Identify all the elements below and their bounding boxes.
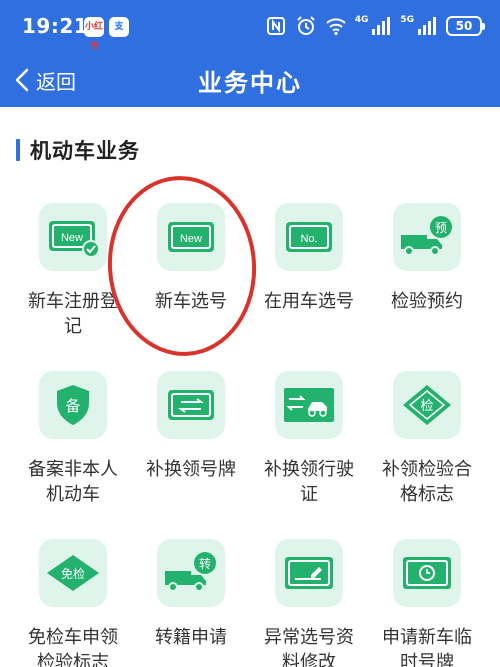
- edit-plate-icon: [285, 557, 333, 589]
- service-label: 备案非本人机动车: [28, 459, 118, 505]
- nav-bar: 返回 业务中心: [0, 54, 500, 107]
- service-tile: 预: [393, 203, 461, 271]
- service-record-non-owner-vehicle[interactable]: 备 备案非本人机动车: [14, 371, 132, 513]
- temp-plate-icon: [403, 557, 451, 589]
- new-plate-check-icon: New: [49, 221, 100, 258]
- service-tile: 免检: [39, 539, 107, 607]
- service-tile: [157, 371, 225, 439]
- service-label: 免检车申领检验标志: [28, 627, 118, 667]
- service-label: 新车注册登记: [28, 291, 118, 337]
- service-abnormal-number-edit[interactable]: 异常选号资料修改: [250, 539, 368, 667]
- shield-record-icon: 备: [57, 385, 89, 425]
- nfc-icon: [266, 17, 285, 35]
- new-plate-icon: New: [168, 222, 214, 252]
- service-exempt-inspection-badge[interactable]: 免检 免检车申领检验标志: [14, 539, 132, 667]
- status-bar: 19:21 小红书 支 4G 5G 50: [0, 0, 500, 54]
- svg-text:转: 转: [199, 556, 211, 571]
- service-replace-driving-license[interactable]: 补换领行驶证: [250, 371, 368, 513]
- svg-text:免检: 免检: [61, 566, 85, 581]
- svg-text:预: 预: [435, 221, 447, 235]
- service-tile: New: [39, 203, 107, 271]
- service-label: 补领检验合格标志: [382, 459, 472, 505]
- service-label: 在用车选号: [264, 291, 354, 312]
- service-label: 异常选号资料修改: [264, 627, 354, 667]
- network-4g-label: 4G: [354, 15, 369, 25]
- service-tile: 转: [157, 539, 225, 607]
- service-used-car-number-selection[interactable]: No. 在用车选号: [250, 203, 368, 345]
- license-exchange-icon: [284, 388, 334, 422]
- section-header: 机动车业务: [16, 137, 140, 163]
- plate-number-icon: No.: [286, 222, 332, 252]
- service-grid: New 新车注册登记 New 新车选号 No. 在用车选号 预 检验预约 备 备…: [14, 203, 486, 667]
- page-title: 业务中心: [198, 69, 302, 97]
- service-tile: New: [157, 203, 225, 271]
- alipay-notification-icon: 支: [109, 17, 129, 37]
- signal-icon: [372, 17, 391, 35]
- plate-exchange-icon: [168, 390, 214, 420]
- service-tile: [393, 539, 461, 607]
- section-title: 机动车业务: [30, 139, 140, 163]
- alarm-icon: [296, 16, 315, 35]
- service-replace-inspection-badge[interactable]: 检 补领检验合格标志: [368, 371, 486, 513]
- service-new-car-number-selection[interactable]: New 新车选号: [132, 203, 250, 345]
- svg-text:备: 备: [65, 397, 80, 415]
- svg-text:No.: No.: [300, 233, 317, 245]
- service-tile: 备: [39, 371, 107, 439]
- service-temporary-plate[interactable]: 申请新车临时号牌: [368, 539, 486, 667]
- truck-reserve-icon: 预: [401, 216, 452, 256]
- svg-text:New: New: [180, 233, 202, 245]
- service-label: 补换领号牌: [146, 459, 236, 480]
- status-icons: 4G 5G 50: [265, 14, 485, 38]
- svg-text:New: New: [61, 232, 83, 244]
- service-inspection-appointment[interactable]: 预 检验预约: [368, 203, 486, 345]
- service-replace-plate[interactable]: 补换领号牌: [132, 371, 250, 513]
- battery-indicator: 50: [446, 16, 485, 36]
- app-header: 19:21 小红书 支 4G 5G 50 返回 业务中心: [0, 0, 500, 107]
- wifi-icon: [325, 18, 346, 36]
- service-label: 补换领行驶证: [264, 459, 354, 505]
- service-new-car-registration[interactable]: New 新车注册登记: [14, 203, 132, 345]
- service-label: 转籍申请: [155, 627, 227, 648]
- truck-transfer-icon: 转: [165, 552, 216, 592]
- section-marker: [16, 139, 20, 161]
- service-tile: [275, 371, 343, 439]
- network-5g-label: 5G: [400, 15, 414, 25]
- inspection-badge-icon: 检: [403, 385, 451, 425]
- service-label: 申请新车临时号牌: [382, 627, 472, 667]
- service-tile: No.: [275, 203, 343, 271]
- service-tile: [275, 539, 343, 607]
- service-label: 检验预约: [391, 291, 463, 312]
- exempt-badge-icon: 免检: [47, 555, 99, 591]
- svg-text:检: 检: [420, 399, 433, 414]
- service-label: 新车选号: [155, 291, 227, 312]
- status-time: 19:21: [22, 14, 89, 38]
- signal-icon: [418, 17, 436, 35]
- service-tile: 检: [393, 371, 461, 439]
- xiaohongshu-notification-icon: 小红书: [84, 17, 104, 52]
- service-transfer-registration[interactable]: 转 转籍申请: [132, 539, 250, 667]
